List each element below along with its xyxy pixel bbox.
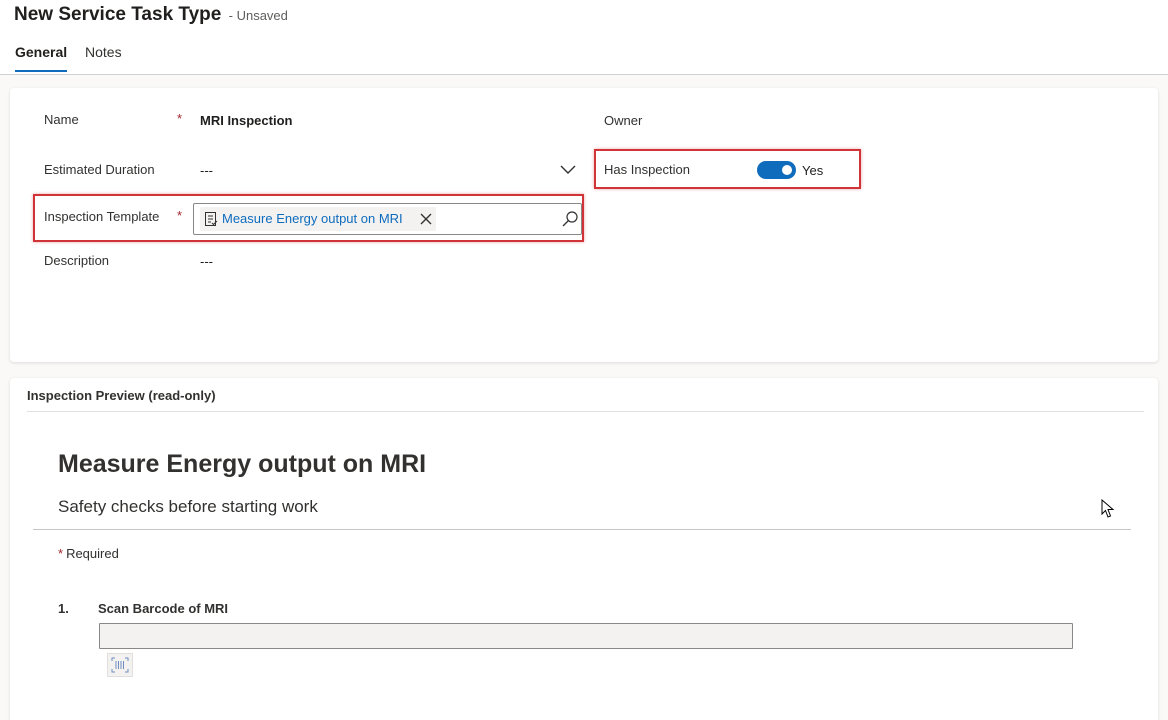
active-tab-indicator	[15, 70, 67, 72]
barcode-scan-icon[interactable]	[107, 653, 133, 677]
selected-template-chip[interactable]: Measure Energy output on MRI	[200, 207, 436, 231]
form-template-icon	[205, 212, 218, 226]
search-icon[interactable]	[561, 210, 579, 228]
inspection-template-lookup[interactable]: Measure Energy output on MRI	[193, 203, 582, 235]
inspection-template-label: Inspection Template	[44, 209, 160, 224]
page-title-text: New Service Task Type	[14, 4, 222, 25]
general-section	[10, 88, 1158, 362]
divider	[33, 529, 1131, 530]
inspection-title: Measure Energy output on MRI	[58, 450, 427, 478]
page-header: New Service Task Type - Unsaved General …	[0, 0, 1168, 75]
inspection-description: Safety checks before starting work	[58, 497, 318, 516]
tab-notes[interactable]: Notes	[85, 44, 122, 60]
tab-general[interactable]: General	[15, 44, 67, 60]
inspection-preview-section	[10, 378, 1158, 720]
close-icon[interactable]	[418, 211, 434, 227]
save-status: - Unsaved	[228, 8, 288, 23]
name-label: Name	[44, 112, 79, 127]
inspection-preview-header: Inspection Preview (read-only)	[27, 388, 216, 403]
chevron-down-icon[interactable]	[560, 163, 576, 175]
description-label: Description	[44, 253, 110, 268]
name-field[interactable]: MRI Inspection	[200, 113, 292, 128]
barcode-input	[99, 623, 1073, 649]
has-inspection-label: Has Inspection	[604, 162, 690, 177]
inspection-template-required-mark: *	[177, 208, 183, 223]
description-field[interactable]: ---	[200, 254, 213, 269]
page-title: New Service Task Type - Unsaved	[14, 4, 288, 26]
owner-label: Owner	[604, 113, 643, 128]
required-star: *	[58, 546, 64, 561]
required-note-text: Required	[66, 546, 119, 561]
estimated-duration-label: Estimated Duration	[44, 162, 155, 177]
has-inspection-toggle[interactable]	[757, 161, 796, 179]
divider	[27, 411, 1144, 412]
name-required-mark: *	[177, 111, 183, 126]
toggle-knob	[782, 165, 792, 175]
required-note: * Required	[58, 546, 119, 561]
has-inspection-value: Yes	[802, 163, 824, 178]
question-title: Scan Barcode of MRI	[98, 601, 229, 616]
estimated-duration-select[interactable]: ---	[200, 163, 213, 178]
selected-template-link[interactable]: Measure Energy output on MRI	[222, 211, 403, 226]
question-number: 1.	[58, 601, 69, 616]
